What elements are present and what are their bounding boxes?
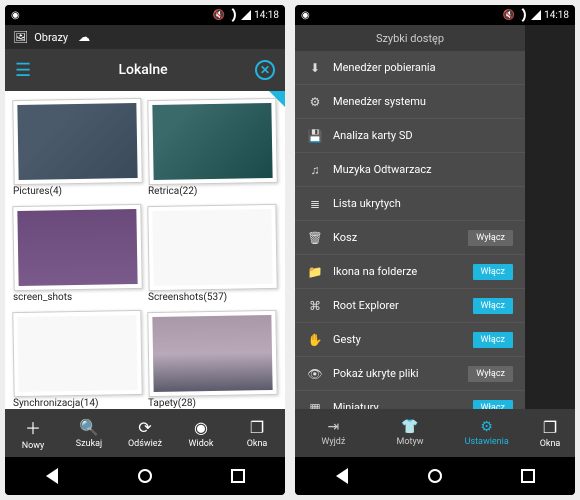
drawer-item-gesture[interactable]: ✋GestyWłącz bbox=[295, 323, 525, 357]
folder-screenshots[interactable]: Screenshots(537) bbox=[148, 205, 277, 305]
nav-home-button[interactable] bbox=[423, 464, 447, 488]
signal-icon bbox=[531, 10, 541, 20]
nav-back-button[interactable] bbox=[40, 464, 64, 488]
refresh-icon: ⟳ bbox=[138, 418, 151, 437]
status-bar: ◉ 🔇 14:18 bbox=[5, 5, 285, 25]
page-title: Lokalne bbox=[31, 62, 255, 78]
bottom-toolbar: ＋Nowy🔍Szukaj⟳Odśwież◉Widok❐Okna bbox=[5, 409, 285, 457]
toggle-thumb[interactable]: Włącz bbox=[473, 400, 514, 410]
drawer-item-sd[interactable]: 💾Analiza karty SD bbox=[295, 119, 525, 153]
android-nav-bar bbox=[5, 457, 285, 495]
trash-icon: 🗑 bbox=[307, 231, 323, 245]
drawer-item-system[interactable]: ⚙Menedżer systemu bbox=[295, 85, 525, 119]
windows-icon: ❐ bbox=[250, 418, 264, 437]
root-icon: ⌘ bbox=[307, 299, 323, 313]
notif-label: Obrazy bbox=[34, 31, 68, 44]
bottom-item-nowy[interactable]: ＋Nowy bbox=[5, 409, 61, 457]
download-icon: ⬇ bbox=[307, 61, 323, 75]
clock: 14:18 bbox=[254, 10, 279, 21]
phone-left: ◉ 🔇 14:18 🖼 Obrazy ☁ ☰ Lokalne ✕ Picture… bbox=[5, 5, 285, 495]
exit-icon: ⇥ bbox=[327, 419, 339, 435]
folder-thumbnail bbox=[17, 315, 137, 392]
folder-label: Screenshots(537) bbox=[148, 290, 277, 305]
drawer-item-hidden[interactable]: 👁Pokaż ukryte plikiWyłącz bbox=[295, 357, 525, 391]
drawer-item-music[interactable]: ♫Muzyka Odtwarzacz bbox=[295, 153, 525, 187]
wifi-icon bbox=[516, 8, 530, 22]
nav-home-button[interactable] bbox=[133, 464, 157, 488]
side-drawer: Szybki dostęp ⬇Menedżer pobierania⚙Mened… bbox=[295, 25, 525, 457]
drawer-title: Szybki dostęp bbox=[295, 25, 525, 51]
folder-label: Synchronizacja(14) bbox=[13, 396, 142, 409]
folder-tapety[interactable]: Tapety(28) bbox=[148, 311, 277, 409]
cyanogen-icon: ◉ bbox=[11, 10, 20, 21]
folder-thumbnail bbox=[152, 315, 272, 392]
bottom-item-okna[interactable]: ❐Okna bbox=[229, 409, 285, 457]
drawer-bottom-exit[interactable]: ⇥Wyjdź bbox=[295, 409, 372, 457]
settings-icon: ⚙ bbox=[480, 419, 493, 435]
drawer-bottom-settings[interactable]: ⚙Ustawienia bbox=[448, 409, 525, 457]
folder-icon: 📁 bbox=[307, 265, 323, 279]
mute-icon: 🔇 bbox=[503, 10, 515, 21]
toggle-root[interactable]: Włącz bbox=[473, 298, 514, 314]
toggle-folder[interactable]: Włącz bbox=[473, 264, 514, 280]
sd-icon: 💾 bbox=[307, 129, 323, 143]
folder-pictures[interactable]: Pictures(4) bbox=[13, 99, 142, 199]
gesture-icon: ✋ bbox=[307, 333, 323, 347]
theme-icon: 👕 bbox=[401, 419, 418, 435]
folder-label: Retrica(22) bbox=[148, 184, 277, 199]
image-icon: 🖼 bbox=[13, 30, 28, 44]
drawer-item-list[interactable]: ≣Lista ukrytych bbox=[295, 187, 525, 221]
folder-label: Tapety(28) bbox=[148, 396, 277, 409]
status-bar: ◉ 🔇 14:18 bbox=[295, 5, 575, 25]
close-icon[interactable]: ✕ bbox=[255, 60, 275, 80]
toggle-gesture[interactable]: Włącz bbox=[473, 332, 514, 348]
folder-synchronizacja[interactable]: Synchronizacja(14) bbox=[13, 311, 142, 409]
+-icon: ＋ bbox=[25, 415, 41, 439]
list-icon: ≣ bbox=[307, 197, 323, 211]
clock: 14:18 bbox=[544, 10, 569, 21]
phone-right: ◉ 🔇 14:18 Szybki dostęp ⬇Menedżer pobier… bbox=[295, 5, 575, 495]
folder-thumbnail bbox=[152, 209, 272, 286]
folder-screen_shots[interactable]: screen_shots bbox=[13, 205, 142, 305]
nav-recent-button[interactable] bbox=[516, 464, 540, 488]
cyanogen-icon: ◉ bbox=[301, 10, 310, 21]
hidden-icon: 👁 bbox=[307, 367, 323, 381]
nav-back-button[interactable] bbox=[330, 464, 354, 488]
nav-recent-button[interactable] bbox=[226, 464, 250, 488]
main-content: Pictures(4) Retrica(22) screen_shots Scr… bbox=[5, 91, 285, 409]
system-icon: ⚙ bbox=[307, 95, 323, 109]
drawer-item-thumb[interactable]: ▦MiniaturyWłącz bbox=[295, 391, 525, 409]
hamburger-icon[interactable]: ☰ bbox=[15, 60, 31, 81]
bottom-item-widok[interactable]: ◉Widok bbox=[173, 409, 229, 457]
app-header: ☰ Lokalne ✕ bbox=[5, 49, 285, 91]
music-icon: ♫ bbox=[307, 163, 323, 177]
folder-thumbnail bbox=[17, 209, 137, 286]
android-nav-bar bbox=[295, 457, 575, 495]
mute-icon: 🔇 bbox=[213, 10, 225, 21]
search-icon: 🔍 bbox=[79, 418, 99, 437]
folder-label: Pictures(4) bbox=[13, 184, 142, 199]
bottom-item-odśwież[interactable]: ⟳Odśwież bbox=[117, 409, 173, 457]
notification-bar: 🖼 Obrazy ☁ bbox=[5, 25, 285, 49]
drawer-item-trash[interactable]: 🗑KoszWyłącz bbox=[295, 221, 525, 255]
folder-retrica[interactable]: Retrica(22) bbox=[148, 99, 277, 199]
windows-icon: ❐ bbox=[543, 418, 557, 437]
folder-thumbnail bbox=[17, 103, 137, 180]
thumb-icon: ▦ bbox=[307, 401, 323, 410]
bottom-item-windows[interactable]: ❐ Okna bbox=[525, 409, 575, 457]
drawer-item-folder[interactable]: 📁Ikona na folderzeWłącz bbox=[295, 255, 525, 289]
drawer-item-download[interactable]: ⬇Menedżer pobierania bbox=[295, 51, 525, 85]
toggle-trash[interactable]: Wyłącz bbox=[468, 230, 513, 246]
wifi-icon bbox=[226, 8, 240, 22]
bottom-item-szukaj[interactable]: 🔍Szukaj bbox=[61, 409, 117, 457]
folder-label: screen_shots bbox=[13, 290, 142, 305]
view-icon: ◉ bbox=[194, 418, 208, 437]
drawer-item-root[interactable]: ⌘Root ExplorerWłącz bbox=[295, 289, 525, 323]
toggle-hidden[interactable]: Wyłącz bbox=[468, 366, 513, 382]
folder-thumbnail bbox=[152, 103, 272, 180]
cloud-icon: ☁ bbox=[78, 30, 90, 44]
signal-icon bbox=[241, 10, 251, 20]
drawer-bottom-theme[interactable]: 👕Motyw bbox=[372, 409, 449, 457]
